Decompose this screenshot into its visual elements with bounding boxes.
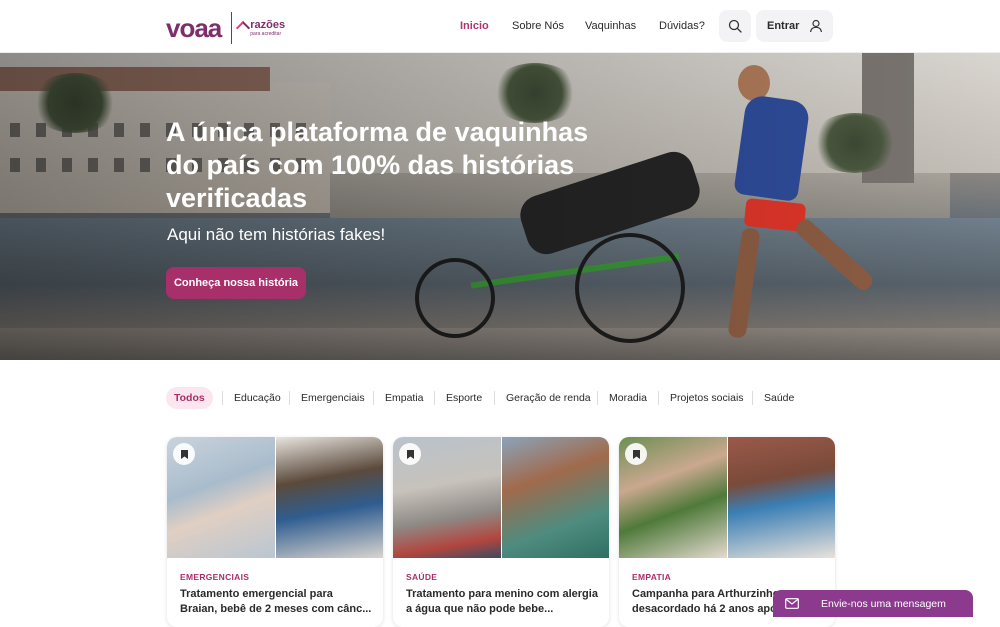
filter-todos[interactable]: Todos	[166, 387, 213, 409]
campaign-category: EMERGENCIAIS	[180, 572, 250, 582]
partner-logo-name: razões	[250, 18, 286, 31]
site-header: voaa razões para acreditar Inicio Sobre …	[0, 0, 1000, 53]
campaign-image	[502, 437, 609, 558]
partner-logo-tagline: para acreditar	[250, 30, 282, 37]
campaign-image	[276, 437, 383, 558]
partner-logo: razões para acreditar	[250, 18, 286, 37]
hero-cta-button[interactable]: Conheça nossa história	[166, 267, 306, 299]
bookmark-icon	[632, 449, 640, 459]
filter-emergenciais[interactable]: Emergenciais	[301, 387, 365, 409]
mail-icon	[785, 598, 799, 609]
filter-projetos-sociais[interactable]: Projetos sociais	[670, 387, 744, 409]
campaign-card[interactable]: EMERGENCIAIS Tratamento emergencial para…	[167, 437, 383, 627]
filter-divider	[597, 391, 598, 405]
nav-item-sobre-nos[interactable]: Sobre Nós	[512, 20, 564, 32]
filter-geracao-de-renda[interactable]: Geração de renda	[506, 387, 591, 409]
search-icon	[728, 19, 742, 33]
razoes-logo-mark-icon	[238, 21, 248, 35]
logo-divider	[231, 12, 233, 44]
campaign-title: Tratamento para menino com alergia a águ…	[406, 588, 598, 615]
nav-item-vaquinhas[interactable]: Vaquinhas	[585, 20, 636, 32]
filter-divider	[752, 391, 753, 405]
logo[interactable]: voaa razões para acreditar	[166, 12, 285, 44]
filter-esporte[interactable]: Esporte	[446, 387, 482, 409]
hero-subtitle: Aqui não tem histórias fakes!	[167, 225, 386, 244]
nav-item-duvidas[interactable]: Dúvidas?	[659, 20, 705, 32]
hero-title: A única plataforma de vaquinhas do país …	[166, 117, 589, 213]
filter-divider	[434, 391, 435, 405]
filter-empatia[interactable]: Empatia	[385, 387, 424, 409]
campaign-category: SAÚDE	[406, 572, 438, 582]
bookmark-icon	[406, 449, 414, 459]
voaa-logo-text: voaa	[166, 12, 222, 43]
search-button[interactable]	[719, 10, 751, 42]
bookmark-button[interactable]	[399, 443, 421, 465]
filter-educacao[interactable]: Educação	[234, 387, 281, 409]
user-icon	[809, 19, 823, 33]
send-message-label: Envie-nos uma mensagem	[821, 597, 946, 610]
filter-saude[interactable]: Saúde	[764, 387, 794, 409]
login-label: Entrar	[767, 20, 800, 32]
bookmark-button[interactable]	[625, 443, 647, 465]
campaign-category: EMPATIA	[632, 572, 672, 582]
filter-divider	[222, 391, 223, 405]
nav-item-inicio[interactable]: Inicio	[460, 20, 489, 32]
bookmark-button[interactable]	[173, 443, 195, 465]
campaign-image	[728, 437, 835, 558]
hero-banner: A única plataforma de vaquinhas do país …	[0, 53, 1000, 360]
campaign-card[interactable]: SAÚDE Tratamento para menino com alergia…	[393, 437, 609, 627]
send-message-bar[interactable]: Envie-nos uma mensagem	[773, 590, 973, 617]
filter-divider	[658, 391, 659, 405]
filter-moradia[interactable]: Moradia	[609, 387, 647, 409]
filter-divider	[289, 391, 290, 405]
filter-divider	[373, 391, 374, 405]
bookmark-icon	[180, 449, 188, 459]
campaign-title: Tratamento emergencial para Braian, bebê…	[180, 588, 372, 615]
login-button[interactable]: Entrar	[756, 10, 833, 42]
filter-divider	[494, 391, 495, 405]
